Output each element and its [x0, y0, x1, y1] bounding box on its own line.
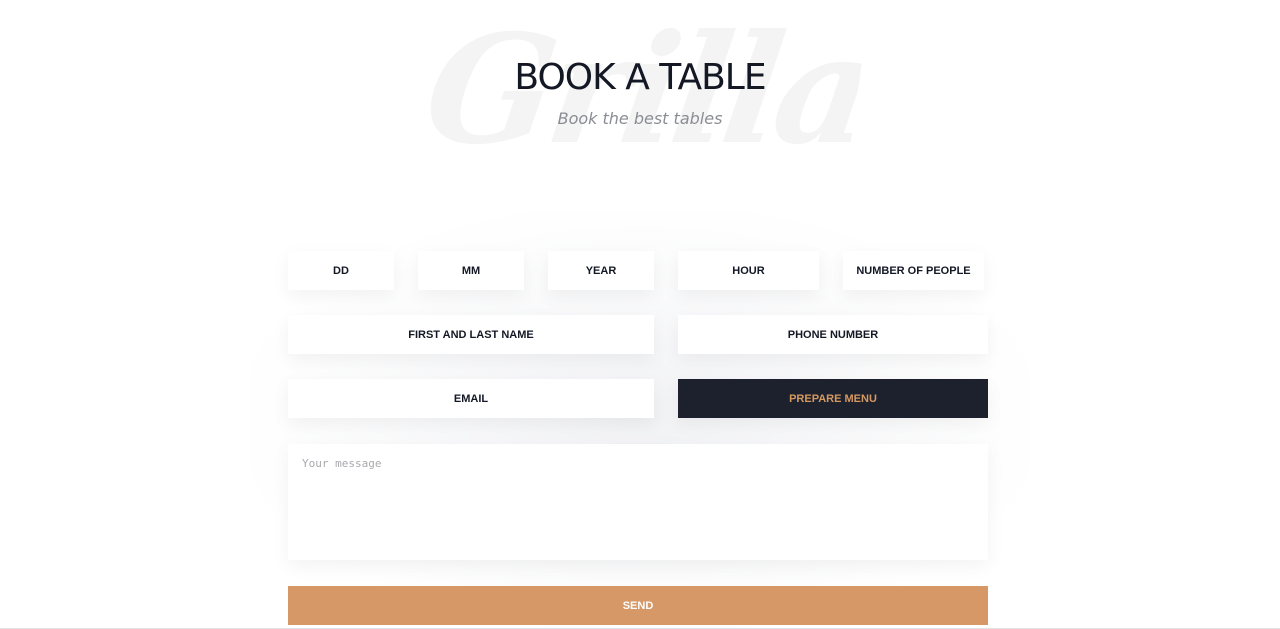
- page-subtitle: Book the best tables: [557, 109, 723, 128]
- prepare-menu-button[interactable]: PREPARE MENU: [678, 379, 988, 418]
- page-title: BOOK A TABLE: [514, 57, 766, 98]
- book-a-table-page: Grilla BOOK A TABLE Book the best tables…: [0, 0, 1280, 629]
- day-select[interactable]: DD: [288, 251, 394, 290]
- hour-select[interactable]: HOUR: [678, 251, 819, 290]
- number-of-people-select[interactable]: NUMBER OF PEOPLE: [843, 251, 984, 290]
- month-select[interactable]: MM: [418, 251, 524, 290]
- name-field[interactable]: FIRST AND LAST NAME: [288, 315, 654, 354]
- message-textarea[interactable]: [288, 444, 988, 560]
- phone-field[interactable]: PHONE NUMBER: [678, 315, 988, 354]
- email-field[interactable]: EMAIL: [288, 379, 654, 418]
- send-button[interactable]: SEND: [288, 586, 988, 625]
- year-select[interactable]: YEAR: [548, 251, 654, 290]
